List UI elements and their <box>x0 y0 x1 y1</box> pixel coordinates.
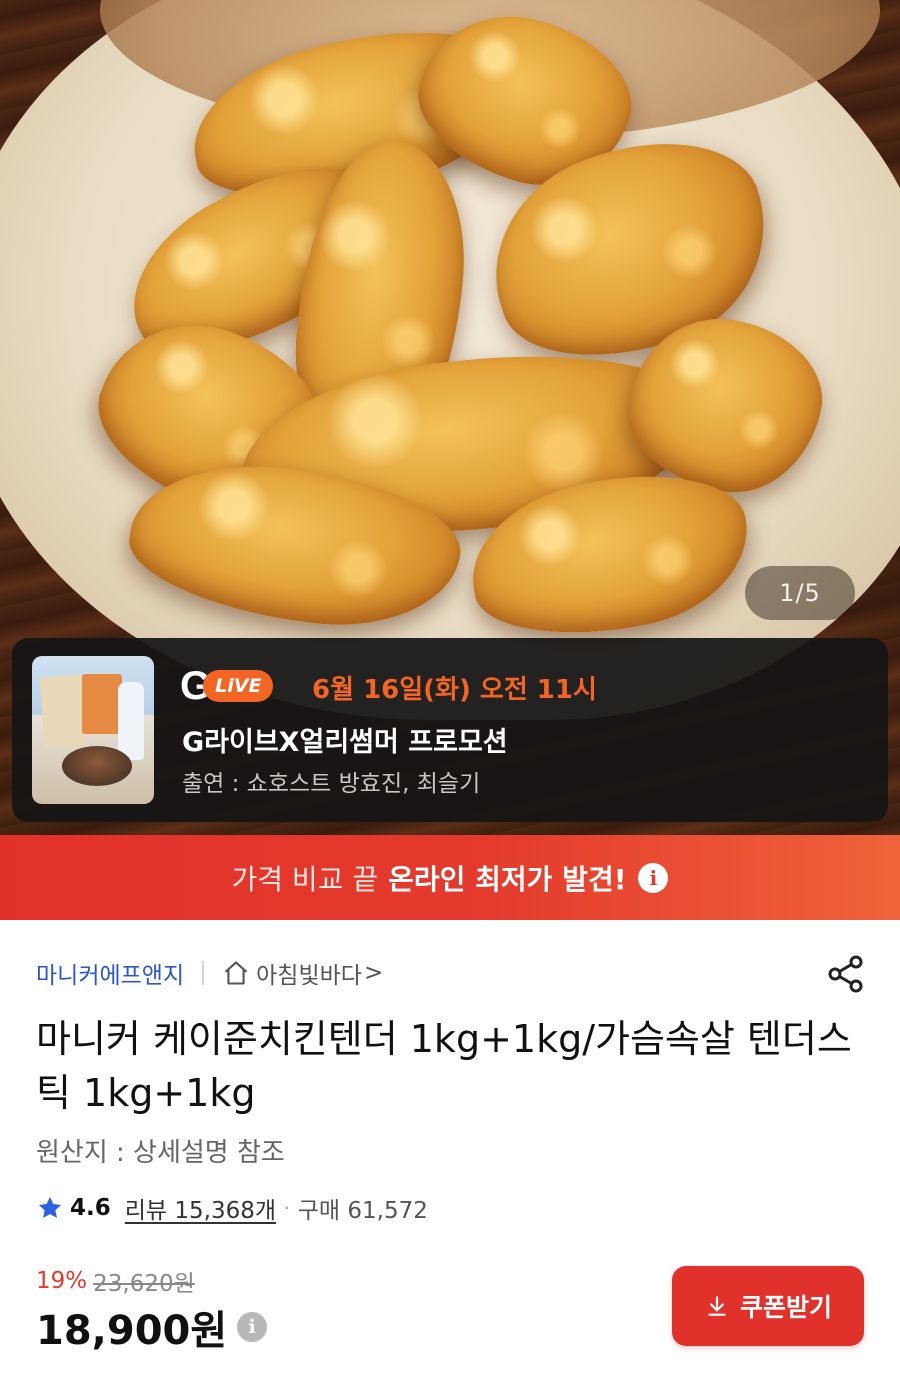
chevron-right-icon: > <box>363 960 384 986</box>
discount-rate: 19% <box>36 1268 88 1294</box>
purchase-count: 구매 61,572 <box>297 1198 428 1224</box>
coupon-download-button[interactable]: 쿠폰받기 <box>672 1266 864 1346</box>
live-thumbnail <box>32 656 154 804</box>
thumbnail-product-box <box>82 674 122 734</box>
store-link[interactable]: 아침빛바다 > <box>222 956 383 990</box>
thumbnail-product-box <box>39 674 87 748</box>
live-broadcast-card[interactable]: G LiVE 6월 16일(화) 오전 11시 G라이브X얼리썸머 프로모션 출… <box>12 638 888 822</box>
store-name: 아침빛바다 <box>256 963 362 989</box>
coupon-label: 쿠폰받기 <box>739 1294 832 1322</box>
live-date: 6월 16일(화) 오전 11시 <box>312 675 597 705</box>
product-title: 마니커 케이준치킨텐더 1kg+1kg/가슴속살 텐더스틱 1kg+1kg <box>36 1017 852 1115</box>
rating-row: 4.6 리뷰 15,368개 · 구매 61,572 <box>36 1190 428 1226</box>
banner-prefix: 가격 비교 끝 <box>231 862 379 896</box>
brand-link[interactable]: 마니커에프앤지 <box>36 956 184 990</box>
slide-counter: 1/5 <box>745 566 855 620</box>
banner-highlight: 온라인 최저가 발견! <box>388 862 627 896</box>
download-icon <box>708 1296 726 1316</box>
review-count-link[interactable]: 리뷰 15,368개 <box>125 1191 276 1225</box>
home-icon <box>224 961 248 985</box>
lowest-price-banner[interactable]: 가격 비교 끝 온라인 최저가 발견! i <box>0 835 900 920</box>
brand-store-row: 마니커에프앤지 아침빛바다 > <box>36 955 383 991</box>
product-origin: 원산지 : 상세설명 참조 <box>36 1138 285 1168</box>
separator-dot: · <box>284 1197 290 1219</box>
original-price: 23,620원 <box>93 1271 195 1297</box>
discount-row: 19% 23,620원 <box>36 1264 195 1298</box>
g-live-logo: G LiVE <box>180 666 274 706</box>
divider <box>202 961 205 985</box>
live-title: G라이브X얼리썸머 프로모션 <box>182 727 508 758</box>
thumbnail-bowl <box>62 746 132 786</box>
sale-price: 18,900원 <box>36 1308 228 1354</box>
price-info-icon[interactable]: i <box>237 1312 268 1342</box>
live-badge: LiVE <box>203 670 274 702</box>
star-icon <box>38 1196 62 1218</box>
share-icon[interactable] <box>826 954 866 994</box>
info-icon[interactable]: i <box>638 862 669 893</box>
rating-value: 4.6 <box>70 1195 111 1221</box>
live-cast: 출연 : 쇼호스트 방효진, 최슬기 <box>182 771 481 797</box>
price-row: 18,900원 i <box>36 1298 268 1356</box>
thumbnail-bottle <box>118 682 144 760</box>
